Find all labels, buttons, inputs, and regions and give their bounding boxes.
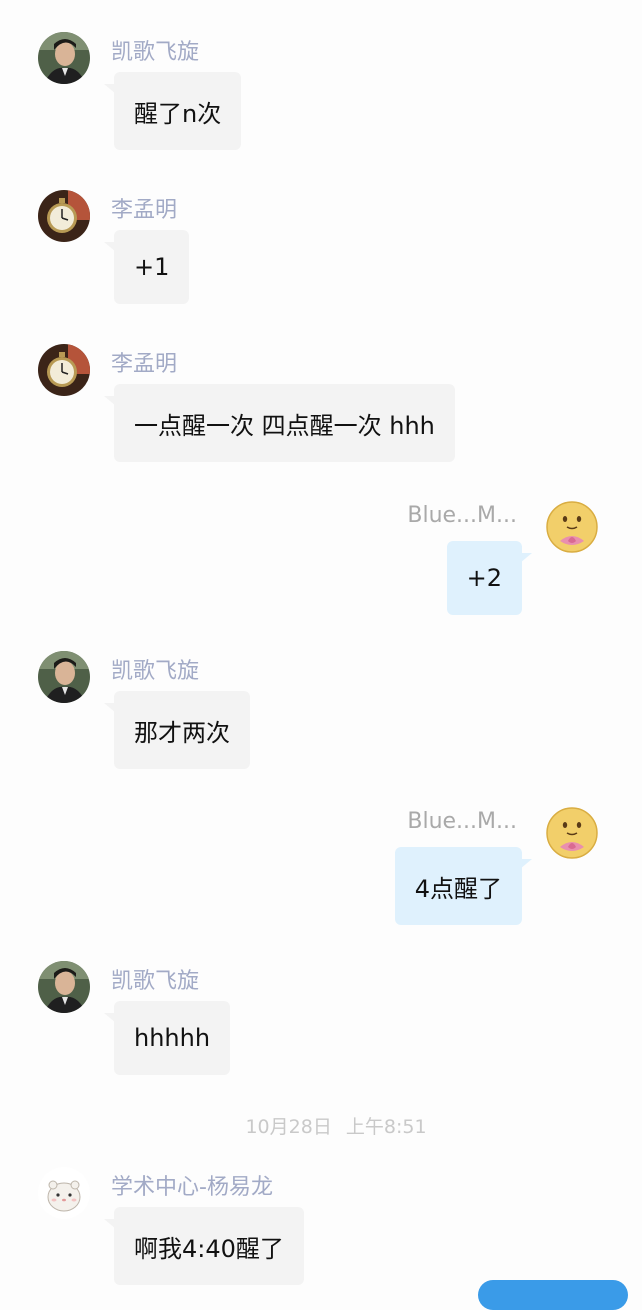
avatar-pocket-watch[interactable] [38,344,90,396]
sender-name: 凯歌飞旋 [111,969,200,994]
sender-name: 李孟明 [111,352,178,377]
avatar-pocket-watch[interactable] [38,190,90,242]
avatar-hamster[interactable] [38,1167,90,1219]
avatar-lotus-emoji[interactable] [546,501,598,553]
message-text: 那才两次 [134,718,230,747]
message-text: +1 [134,253,170,281]
partial-outgoing-bubble[interactable] [478,1280,628,1310]
message-bubble[interactable]: 醒了n次 [103,72,242,150]
message-text: +2 [466,564,502,592]
message-bubble[interactable]: 4点醒了 [394,847,533,925]
sender-name: Blue...M... [407,809,517,834]
avatar-kaige-photo[interactable] [38,32,90,84]
message-bubble[interactable]: hhhhh [103,1001,231,1075]
avatar-kaige-photo[interactable] [38,651,90,703]
message-bubble[interactable]: +1 [103,230,190,304]
sender-name: 凯歌飞旋 [111,659,200,684]
message-text: 醒了n次 [134,99,222,128]
message-bubble[interactable]: 一点醒一次 四点醒一次 hhh [104,384,455,462]
message-bubble[interactable]: 啊我4:40醒了 [104,1207,304,1285]
timestamp-divider: 10月28日 上午8:51 [245,1116,427,1138]
sender-name: 凯歌飞旋 [111,40,200,65]
avatar-lotus-emoji[interactable] [546,807,598,859]
message-text: 4点醒了 [414,874,502,903]
sender-name: 李孟明 [111,198,178,223]
sender-name: 学术中心-杨易龙 [111,1175,273,1200]
sender-name: Blue...M... [407,503,517,528]
avatar-kaige-photo[interactable] [38,961,90,1013]
message-bubble[interactable]: 那才两次 [104,691,250,769]
message-text: hhhhh [134,1024,211,1052]
message-text: 一点醒一次 四点醒一次 hhh [134,411,435,440]
header-partial-text: —— [0,0,642,10]
message-text: 啊我4:40醒了 [134,1234,284,1263]
message-bubble[interactable]: +2 [446,541,533,615]
